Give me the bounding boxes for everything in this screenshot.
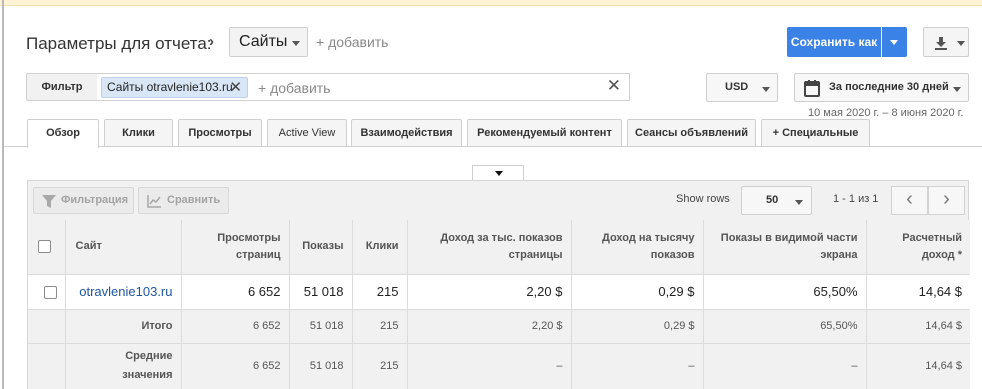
page-rpm-cell: 2,20 $ — [407, 273, 572, 310]
totals-row: Итого 6 652 51 018 215 2,20 $ 0,29 $ 65,… — [28, 309, 970, 344]
column-header-impression-rpm[interactable]: Доход на тысячу показов — [571, 220, 704, 274]
row-checkbox[interactable] — [43, 286, 57, 300]
total-earnings: 14,64 $ — [866, 309, 970, 344]
impressions-cell: 51 018 — [289, 273, 353, 310]
totals-label: Итого — [65, 309, 182, 344]
rows-per-page-value: 50 — [766, 194, 779, 206]
next-page-button[interactable]: › — [928, 186, 965, 215]
tab-ad-sessions[interactable]: Сеансы объявлений — [627, 119, 756, 147]
impression-rpm-cell: 0,29 $ — [571, 273, 704, 310]
download-button[interactable] — [923, 27, 969, 57]
caret-down-icon — [495, 171, 503, 176]
currency-dropdown[interactable]: USD — [706, 73, 778, 102]
chevron-left-icon: ‹ — [906, 188, 913, 210]
dimension-dropdown-label: Сайты — [239, 33, 288, 50]
clicks-cell: 215 — [352, 273, 408, 310]
caret-down-icon — [890, 40, 898, 45]
tab-active-view[interactable]: Active View — [267, 119, 347, 147]
dimension-dropdown[interactable]: Сайты — [229, 27, 308, 57]
column-header-clicks[interactable]: Клики — [352, 220, 408, 274]
report-table-panel: Фильтрация Сравнить Show rows 50 1 - 1 и… — [27, 180, 970, 389]
avg-impressions: 51 018 — [289, 343, 353, 389]
total-pageviews: 6 652 — [181, 309, 290, 344]
total-clicks: 215 — [352, 309, 408, 344]
select-all-checkbox[interactable] — [38, 239, 51, 253]
avg-earnings: 14,64 $ — [866, 343, 970, 389]
earnings-cell: 14,64 $ — [866, 273, 970, 310]
tabs-underline — [4, 146, 982, 147]
averages-label: Средние значения — [65, 343, 182, 389]
caret-down-icon — [292, 41, 300, 46]
chevron-right-icon: › — [943, 188, 950, 210]
filter-chip[interactable]: Сайты otravlenie103.ru ✕ — [101, 77, 248, 98]
caret-down-icon — [957, 41, 965, 46]
averages-row: Средние значения 6 652 51 018 215 – – – … — [28, 343, 970, 389]
left-edge-bar — [2, 0, 4, 389]
total-viewable: 65,50% — [703, 309, 867, 344]
column-header-impressions[interactable]: Показы — [289, 220, 353, 274]
filter-label: Фильтр — [26, 73, 98, 101]
close-icon[interactable]: ✕ — [229, 78, 242, 97]
total-page-rpm: 2,20 $ — [407, 309, 572, 344]
tab-clicks[interactable]: Клики — [104, 119, 173, 147]
total-impression-rpm: 0,29 $ — [571, 309, 704, 344]
rows-per-page-select[interactable]: 50 — [741, 186, 812, 215]
select-all-checkbox-cell[interactable] — [28, 220, 66, 274]
date-range-label: За последние 30 дней — [829, 81, 949, 93]
column-header-site[interactable]: Сайт — [65, 220, 182, 274]
tab-overview[interactable]: Обзор — [27, 119, 99, 148]
date-range-subtext: 10 мая 2020 г. – 8 июня 2020 г. — [808, 107, 964, 119]
line-chart-icon — [147, 195, 161, 208]
caret-down-icon — [762, 87, 770, 92]
tab-recommended-content[interactable]: Рекомендуемый контент — [467, 119, 622, 147]
tab-custom[interactable]: + Специальные — [761, 119, 870, 147]
chevron-right-icon: › — [209, 33, 214, 50]
show-rows-label: Show rows — [676, 193, 730, 205]
prev-page-button[interactable]: ‹ — [891, 186, 928, 215]
date-range-dropdown[interactable]: За последние 30 дней — [794, 73, 969, 102]
funnel-icon — [42, 195, 56, 208]
filter-button-label: Фильтрация — [61, 194, 129, 206]
compare-button-label: Сравнить — [167, 194, 221, 206]
caret-down-icon — [953, 87, 961, 92]
add-dimension-link[interactable]: + добавить — [316, 34, 388, 50]
filter-chip-label: Сайты otravlenie103.ru — [107, 80, 233, 94]
column-header-estimated-earnings[interactable]: Расчетный доход * — [866, 220, 970, 274]
avg-pageviews: 6 652 — [181, 343, 290, 389]
avg-impression-rpm: – — [571, 343, 704, 389]
total-impressions: 51 018 — [289, 309, 353, 344]
column-header-page-rpm[interactable]: Доход за тыс. показов страницы — [407, 220, 572, 274]
avg-viewable: – — [703, 343, 867, 389]
avg-clicks: 215 — [352, 343, 408, 389]
viewable-cell: 65,50% — [703, 273, 867, 310]
site-link[interactable]: otravlenie103.ru — [79, 284, 172, 299]
save-menu-button[interactable] — [882, 27, 907, 57]
pagination-info: 1 - 1 из 1 — [833, 193, 879, 205]
download-icon — [935, 37, 947, 50]
clear-filter-icon[interactable]: ✕ — [607, 76, 621, 96]
avg-page-rpm: – — [407, 343, 572, 389]
calendar-icon — [804, 80, 820, 97]
filter-input-box[interactable]: Сайты otravlenie103.ru ✕ + добавить ✕ — [97, 73, 630, 101]
add-filter-link[interactable]: + добавить — [258, 80, 330, 96]
tab-interactions[interactable]: Взаимодействия — [351, 119, 462, 147]
caret-down-icon — [795, 200, 803, 205]
currency-label: USD — [725, 81, 749, 93]
tab-views[interactable]: Просмотры — [178, 119, 262, 147]
compare-button[interactable]: Сравнить — [138, 187, 229, 214]
row-checkbox-cell[interactable] — [28, 273, 66, 310]
collapse-chart-handle[interactable] — [472, 165, 524, 181]
column-header-pageviews[interactable]: Просмотры страниц — [181, 220, 290, 274]
report-table: Сайт Просмотры страниц Показы Клики Дохо… — [28, 220, 970, 389]
table-row: otravlenie103.ru 6 652 51 018 215 2,20 $… — [28, 273, 970, 310]
notification-strip — [0, 0, 982, 6]
report-params-title: Параметры для отчета: — [26, 34, 212, 53]
filter-button[interactable]: Фильтрация — [33, 187, 134, 214]
pageviews-cell: 6 652 — [181, 273, 290, 310]
save-as-button[interactable]: Сохранить как — [787, 27, 881, 57]
site-cell[interactable]: otravlenie103.ru — [65, 273, 182, 310]
column-header-active-view-viewable[interactable]: Показы в видимой части экрана — [703, 220, 867, 274]
